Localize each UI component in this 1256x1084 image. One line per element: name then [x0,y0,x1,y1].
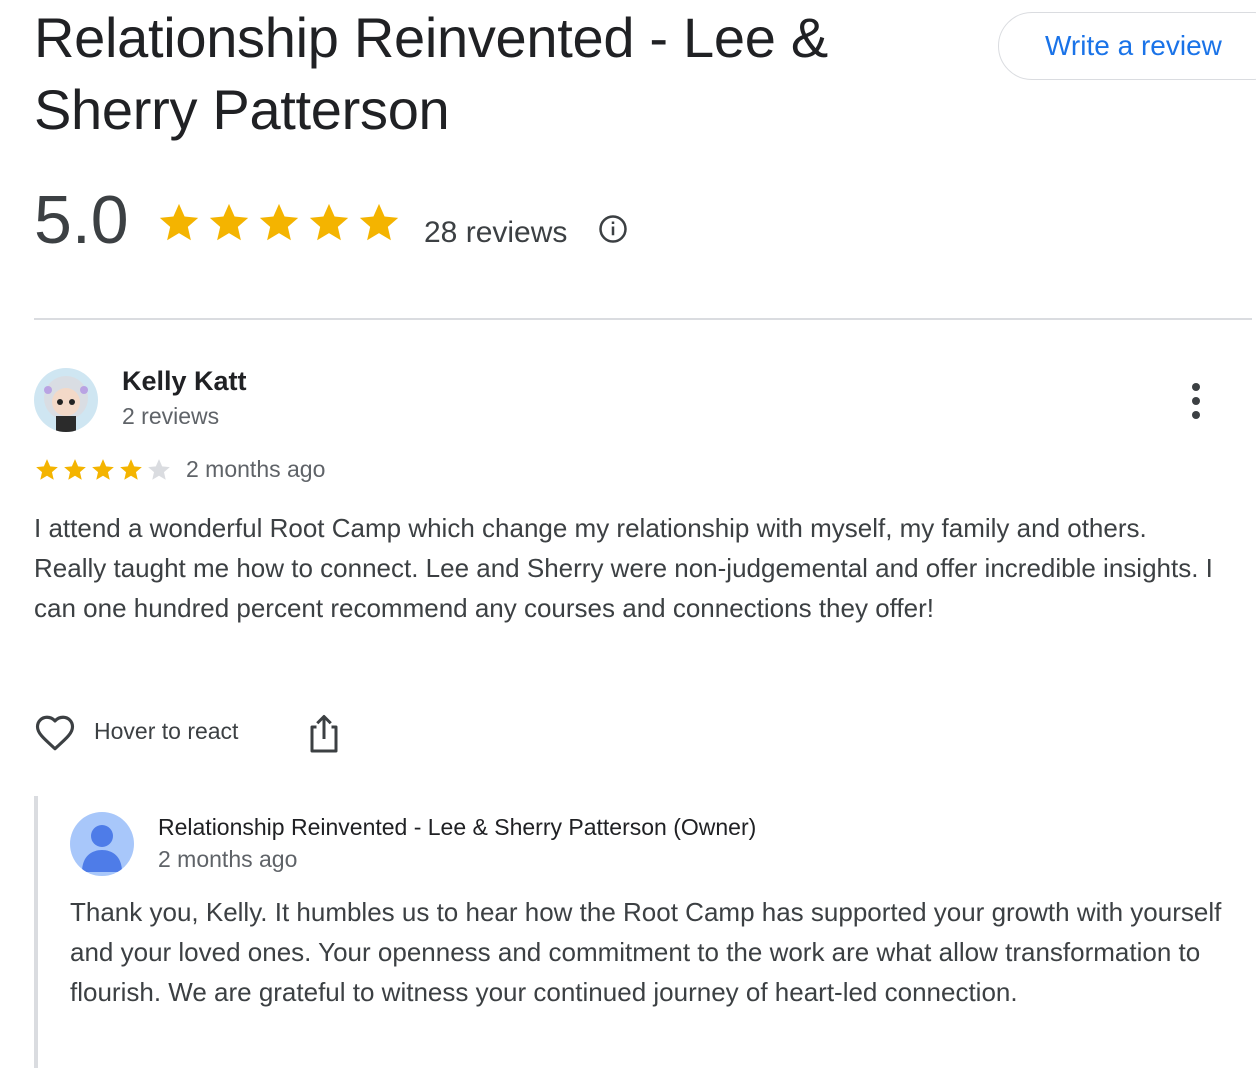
write-review-button[interactable]: Write a review [998,12,1256,80]
more-vertical-icon[interactable] [1180,380,1212,424]
star-filled-icon [159,203,199,241]
star-filled-icon [64,459,86,480]
review-text: I attend a wonderful Root Camp which cha… [34,513,1213,623]
person-icon [70,812,134,876]
divider [34,318,1252,320]
owner-name: Relationship Reinvented - Lee & Sherry P… [158,814,757,840]
review-stars [34,457,172,483]
average-stars [156,200,402,246]
info-circle-icon[interactable] [598,214,628,244]
reviewer-avatar[interactable] [34,368,98,432]
owner-reply-time: 2 months ago [158,846,298,872]
star-empty-icon [148,459,170,480]
reviewer-review-count: 2 reviews [122,403,220,429]
star-filled-icon [309,203,349,241]
review-time: 2 months ago [186,456,326,482]
reply-indent-bar [34,796,38,1068]
star-filled-icon [92,459,114,480]
review-count[interactable]: 28 reviews [424,216,567,250]
share-icon[interactable] [306,712,342,754]
star-filled-icon [259,203,299,241]
star-filled-icon [36,459,58,480]
reviewer-name[interactable]: Kelly Katt [122,366,247,397]
react-label[interactable]: Hover to react [94,718,238,745]
owner-avatar [70,812,134,876]
star-filled-icon [120,459,142,480]
star-filled-icon [209,203,249,241]
average-rating: 5.0 [34,182,129,258]
owner-reply-text: Thank you, Kelly. It humbles us to hear … [70,897,1222,1007]
heart-outline-icon[interactable] [34,712,76,754]
page-title: Relationship Reinvented - Lee & Sherry P… [34,6,828,141]
star-filled-icon [359,203,399,241]
